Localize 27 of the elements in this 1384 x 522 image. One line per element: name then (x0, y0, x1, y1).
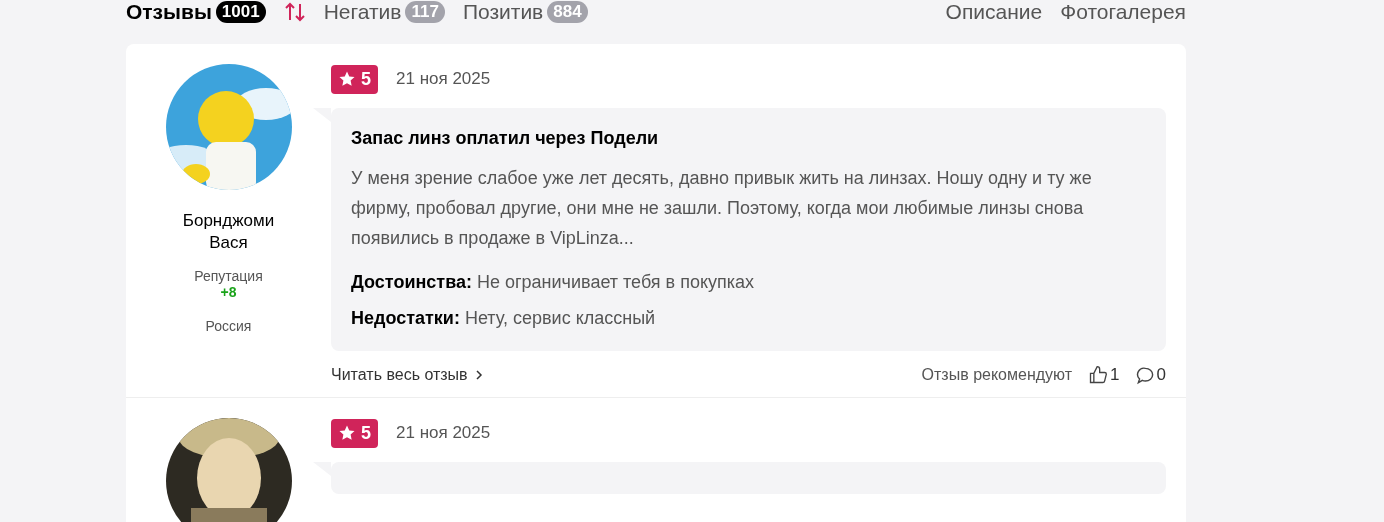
read-more-link[interactable]: Читать весь отзыв (331, 366, 484, 384)
rating-value: 5 (361, 68, 371, 90)
section-link[interactable]: Фотогалерея (1060, 0, 1186, 24)
review-date: 21 ноя 2025 (396, 69, 491, 89)
recommend-text: Отзыв рекомендуют (921, 366, 1073, 384)
chevron-right-icon (473, 370, 484, 380)
cons-text: Нету, сервис классный (464, 308, 656, 328)
reviews-tab[interactable]: Отзывы 1001 (126, 0, 266, 24)
cons-label: Недостатки: (351, 308, 460, 328)
author-name[interactable]: Борнджоми Вася (163, 210, 294, 254)
pros-text: Не ограничивает тебя в покупках (477, 272, 754, 292)
star-icon (338, 424, 356, 442)
review-title: Запас линз оплатил через Подели (351, 128, 660, 149)
rating-value: 5 (361, 422, 371, 444)
review-text: У меня зрение слабое уже лет десять, давно привык жить на линзах. Ношу одну и ту же фирму, пробовал другие, они мне не зашли. Поэтому, когда мои любимые линзы снова появились в продаже в VipLinza... (351, 167, 1093, 250)
reputation-label: Репутация (194, 268, 263, 284)
pros-label: Достоинства: (351, 272, 472, 292)
section-link[interactable]: Описание (945, 0, 1043, 24)
reviews-tab[interactable]: Позитив 884 (462, 0, 588, 24)
review-date: 21 ноя 2025 (396, 423, 491, 443)
reviews-tab[interactable]: Негатив 117 (323, 0, 445, 24)
reputation-value: +8 (220, 284, 237, 300)
star-icon (338, 70, 356, 88)
like-button[interactable]: 1 (1088, 365, 1120, 385)
country-text: Россия (205, 318, 252, 334)
sort-icon[interactable] (283, 1, 306, 23)
comments-button[interactable]: 0 (1135, 365, 1166, 385)
